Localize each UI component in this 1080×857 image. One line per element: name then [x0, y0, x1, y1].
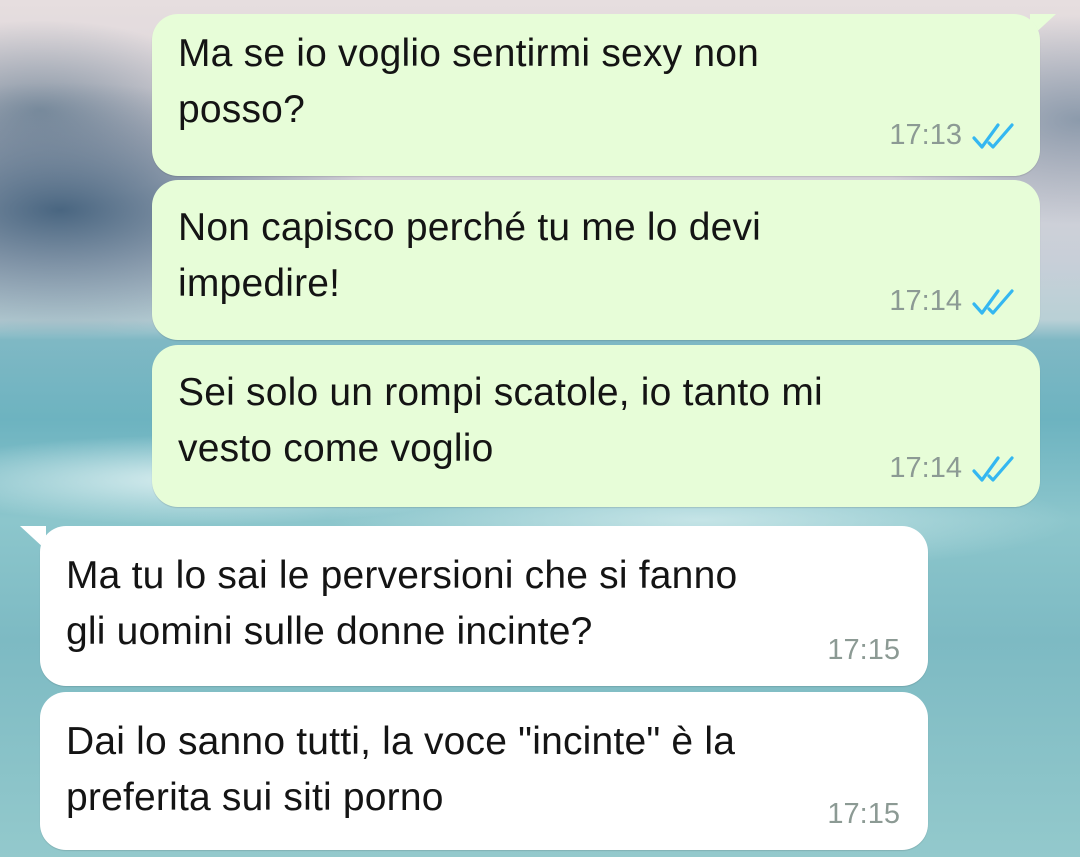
outgoing-message-bubble[interactable]: Sei solo un rompi scatole, io tanto mi v… [152, 345, 1040, 507]
message-time: 17:14 [889, 452, 962, 484]
double-check-icon [972, 122, 1014, 149]
message-meta: 17:15 [827, 634, 900, 667]
message-meta: 17:13 [889, 119, 1016, 152]
message-time: 17:15 [827, 798, 900, 830]
message-time: 17:13 [889, 119, 962, 151]
outgoing-message-bubble[interactable]: Ma se io voglio sentirmi sexy non posso?… [152, 14, 1040, 176]
message-meta: 17:14 [889, 452, 1016, 485]
message-text: Ma se io voglio sentirmi sexy non posso? [178, 32, 760, 131]
message-time: 17:15 [827, 634, 900, 666]
message-time: 17:14 [889, 285, 962, 317]
double-check-icon [972, 288, 1014, 315]
incoming-message-bubble[interactable]: Ma tu lo sai le perversioni che si fanno… [40, 526, 928, 686]
chat-conversation[interactable]: Ma se io voglio sentirmi sexy non posso?… [0, 0, 1080, 857]
message-text: Non capisco perché tu me lo devi impedir… [178, 206, 762, 305]
message-text: Sei solo un rompi scatole, io tanto mi v… [178, 371, 823, 470]
outgoing-message-bubble[interactable]: Non capisco perché tu me lo devi impedir… [152, 180, 1040, 340]
incoming-message-bubble[interactable]: Dai lo sanno tutti, la voce "incinte" è … [40, 692, 928, 850]
message-meta: 17:15 [827, 798, 900, 831]
message-text: Ma tu lo sai le perversioni che si fanno… [66, 554, 738, 653]
double-check-icon [972, 455, 1014, 482]
message-meta: 17:14 [889, 285, 1016, 318]
message-text: Dai lo sanno tutti, la voce "incinte" è … [66, 720, 736, 819]
